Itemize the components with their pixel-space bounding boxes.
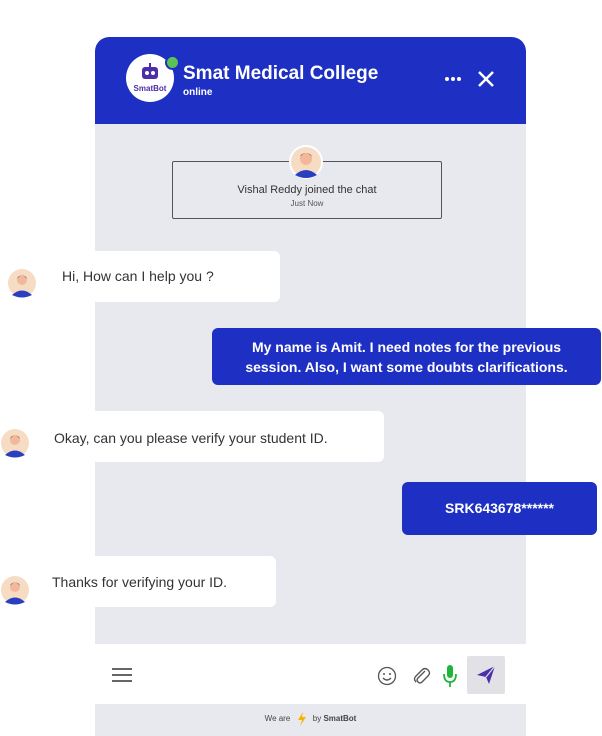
footer-suffix: by [312, 714, 322, 723]
chat-header: SmatBot Smat Medical College online [95, 37, 526, 124]
bot-message: Thanks for verifying your ID. [34, 556, 276, 607]
microphone-icon[interactable] [442, 664, 458, 688]
agent-avatar-icon [1, 429, 29, 458]
close-button[interactable] [476, 69, 496, 89]
agent-avatar-icon [289, 145, 323, 179]
user-message: My name is Amit. I need notes for the pr… [212, 328, 601, 385]
bot-message: Hi, How can I help you ? [42, 251, 280, 302]
bot-message: Okay, can you please verify your student… [34, 411, 384, 462]
joined-text: Vishal Reddy joined the chat [237, 184, 377, 196]
more-options-button[interactable] [443, 69, 463, 89]
more-horizontal-icon [445, 77, 461, 81]
close-icon [478, 71, 494, 87]
joined-time: Just Now [290, 199, 324, 208]
send-icon [477, 665, 496, 684]
agent-avatar-icon [1, 576, 29, 605]
send-button[interactable] [467, 656, 505, 694]
online-indicator [165, 55, 180, 70]
footer-brand: SmatBot [323, 714, 357, 723]
chat-widget: SmatBot Smat Medical College online Vish… [95, 37, 526, 736]
attachment-icon[interactable] [411, 665, 431, 687]
agent-avatar-icon [8, 269, 36, 298]
user-message: SRK643678****** [402, 482, 597, 535]
lightning-icon [297, 711, 306, 726]
user-message-line: session. Also, I want some doubts clarif… [245, 359, 568, 375]
message-composer [95, 644, 526, 704]
footer-prefix: We are [264, 714, 291, 723]
menu-icon[interactable] [112, 668, 132, 682]
emoji-icon[interactable] [377, 666, 397, 686]
user-message-line: My name is Amit. I need notes for the pr… [251, 339, 562, 355]
chat-status: online [183, 87, 213, 98]
chat-title: Smat Medical College [183, 63, 379, 84]
bot-icon [142, 63, 158, 79]
logo-text: SmatBot [133, 84, 167, 93]
powered-by-footer: We are by SmatBot [95, 704, 526, 736]
